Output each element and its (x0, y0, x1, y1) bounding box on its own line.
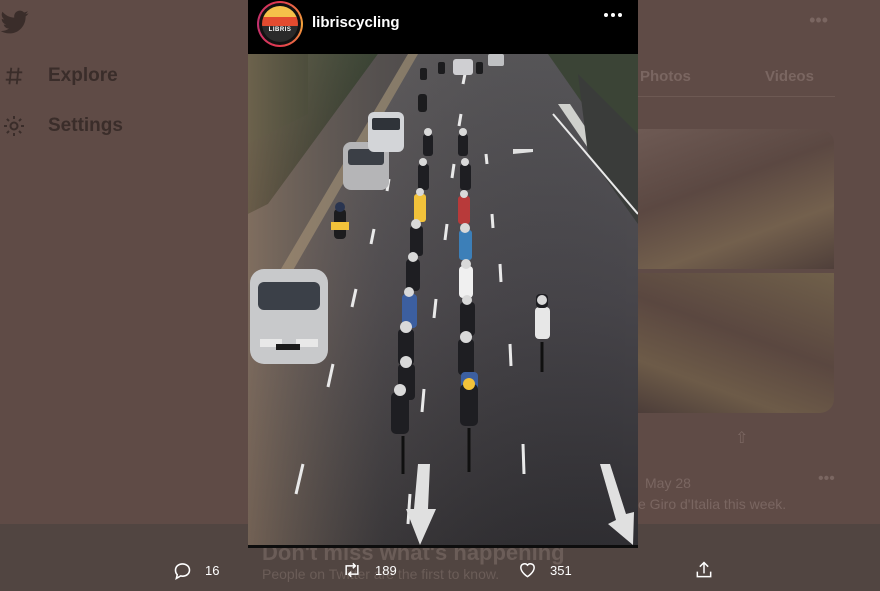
nav-explore[interactable]: Explore (0, 62, 118, 90)
share-icon[interactable]: ⇧ (735, 428, 748, 448)
post-more-icon[interactable] (604, 13, 622, 17)
share-button[interactable] (694, 560, 714, 580)
like-button[interactable]: 351 (517, 560, 572, 580)
retweet-icon (345, 562, 359, 578)
tweet-more-icon[interactable]: ••• (818, 470, 835, 488)
car (250, 269, 328, 364)
tweet-text: e Giro d'Italia this week. (638, 496, 787, 512)
tweet-actions: 16 189 351 (0, 552, 880, 591)
twitter-logo-icon (0, 10, 29, 34)
share-icon (696, 561, 712, 578)
retweet-button[interactable]: 189 (341, 560, 397, 580)
avatar[interactable]: LIBRIS (257, 1, 303, 47)
retweet-count: 189 (375, 562, 397, 578)
media-thumbnail[interactable] (638, 129, 834, 269)
cycling-group-photo[interactable] (248, 54, 638, 545)
like-count: 351 (550, 562, 572, 578)
tabs-divider (638, 96, 835, 97)
car (368, 112, 404, 152)
media-thumbnail[interactable] (638, 273, 834, 413)
avatar-logo-text: LIBRIS (268, 27, 292, 33)
tab-photos[interactable]: Photos (640, 68, 691, 85)
gear-icon (0, 112, 28, 140)
reply-count: 16 (205, 563, 220, 578)
photo-post: LIBRIS libriscycling (248, 0, 638, 548)
tab-videos[interactable]: Videos (765, 68, 814, 85)
nav-explore-label: Explore (48, 65, 118, 86)
profile-tabs: Photos Videos (638, 60, 838, 94)
reply-icon (174, 563, 191, 580)
more-icon[interactable]: ••• (809, 10, 828, 31)
heart-icon (520, 563, 535, 578)
nav-settings[interactable]: Settings (0, 112, 123, 140)
post-header: LIBRIS libriscycling (248, 0, 638, 54)
nav-settings-label: Settings (48, 115, 123, 136)
reply-button[interactable]: 16 (172, 560, 219, 581)
post-divider (248, 545, 638, 548)
tweet-date: May 28 (645, 475, 691, 491)
post-username[interactable]: libriscycling (312, 14, 400, 31)
hashtag-icon (0, 62, 28, 90)
